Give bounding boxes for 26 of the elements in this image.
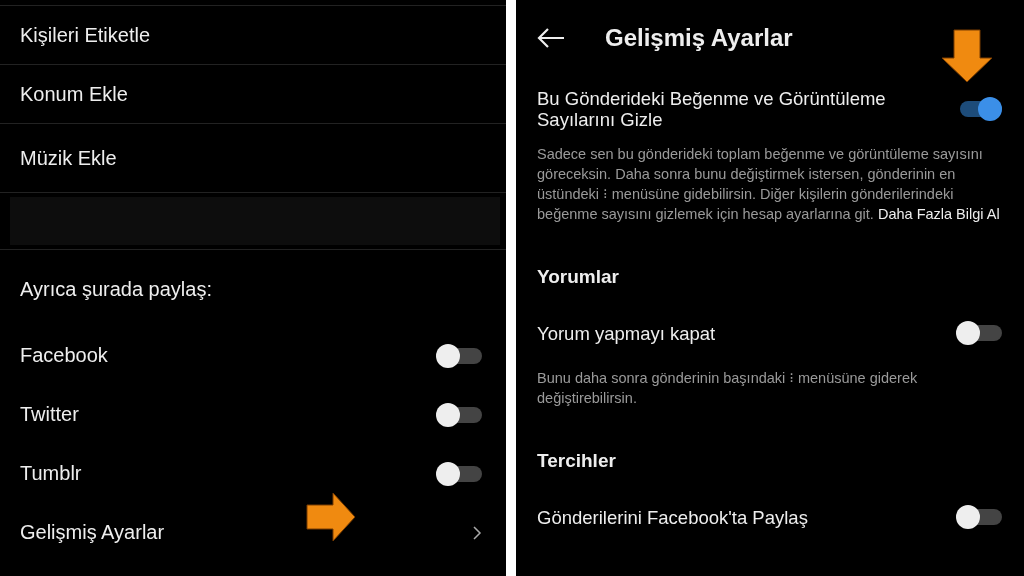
chevron-icon <box>472 524 482 541</box>
back-icon[interactable] <box>537 28 565 48</box>
menu-item[interactable]: Gelişmiş Ayarlar <box>20 521 165 544</box>
setting-label: Yorum yapmayı kapat <box>537 322 716 344</box>
section-heading: Tercihler <box>537 450 617 472</box>
setting-description: Bunu daha sonra gönderinin başındaki ⁝ menüsüne giderek değiştirebilirsin. <box>537 369 919 408</box>
setting-label: Gönderilerini Facebook'ta Paylaş <box>537 506 808 528</box>
toggle-switch[interactable] <box>436 402 482 427</box>
section-heading: Yorumlar <box>537 266 620 288</box>
setting-label: Bu Gönderideki Beğenme ve Görüntüleme Sayılarını Gizle <box>537 88 887 130</box>
setting-description: Sadece sen bu gönderideki toplam beğenme ve görüntüleme sayısını göreceksin. Daha sonra bunu değiştirmek istersen, gönderinin en üstündeki ⁝ menüsüne gidebilirsin. Diğer kişilerin gönderilerindeki beğenme sayısını gizlemek için hesap ayarlarına git. Daha Fazla Bilgi Al <box>537 145 1001 224</box>
menu-item[interactable]: Müzik Ekle <box>0 124 506 193</box>
option-label: Twitter <box>20 403 79 426</box>
arrow-icon <box>305 491 358 544</box>
page-title: Gelişmiş Ayarlar <box>605 24 793 52</box>
toggle-switch[interactable] <box>436 461 482 486</box>
section-heading: Ayrıca şurada paylaş: <box>19 277 213 302</box>
option-label: Facebook <box>20 344 108 367</box>
option-label: Tumblr <box>20 462 82 485</box>
toggle-switch[interactable] <box>436 343 482 368</box>
learn-more-link[interactable]: Daha Fazla Bilgi Al <box>877 206 1000 222</box>
menu-item[interactable]: Konum Ekle <box>0 65 506 124</box>
toggle-switch[interactable] <box>956 505 1002 529</box>
menu-item[interactable]: Kişileri Etiketle <box>0 6 506 65</box>
toggle-switch[interactable] <box>956 321 1002 345</box>
arrow-icon <box>940 28 995 85</box>
